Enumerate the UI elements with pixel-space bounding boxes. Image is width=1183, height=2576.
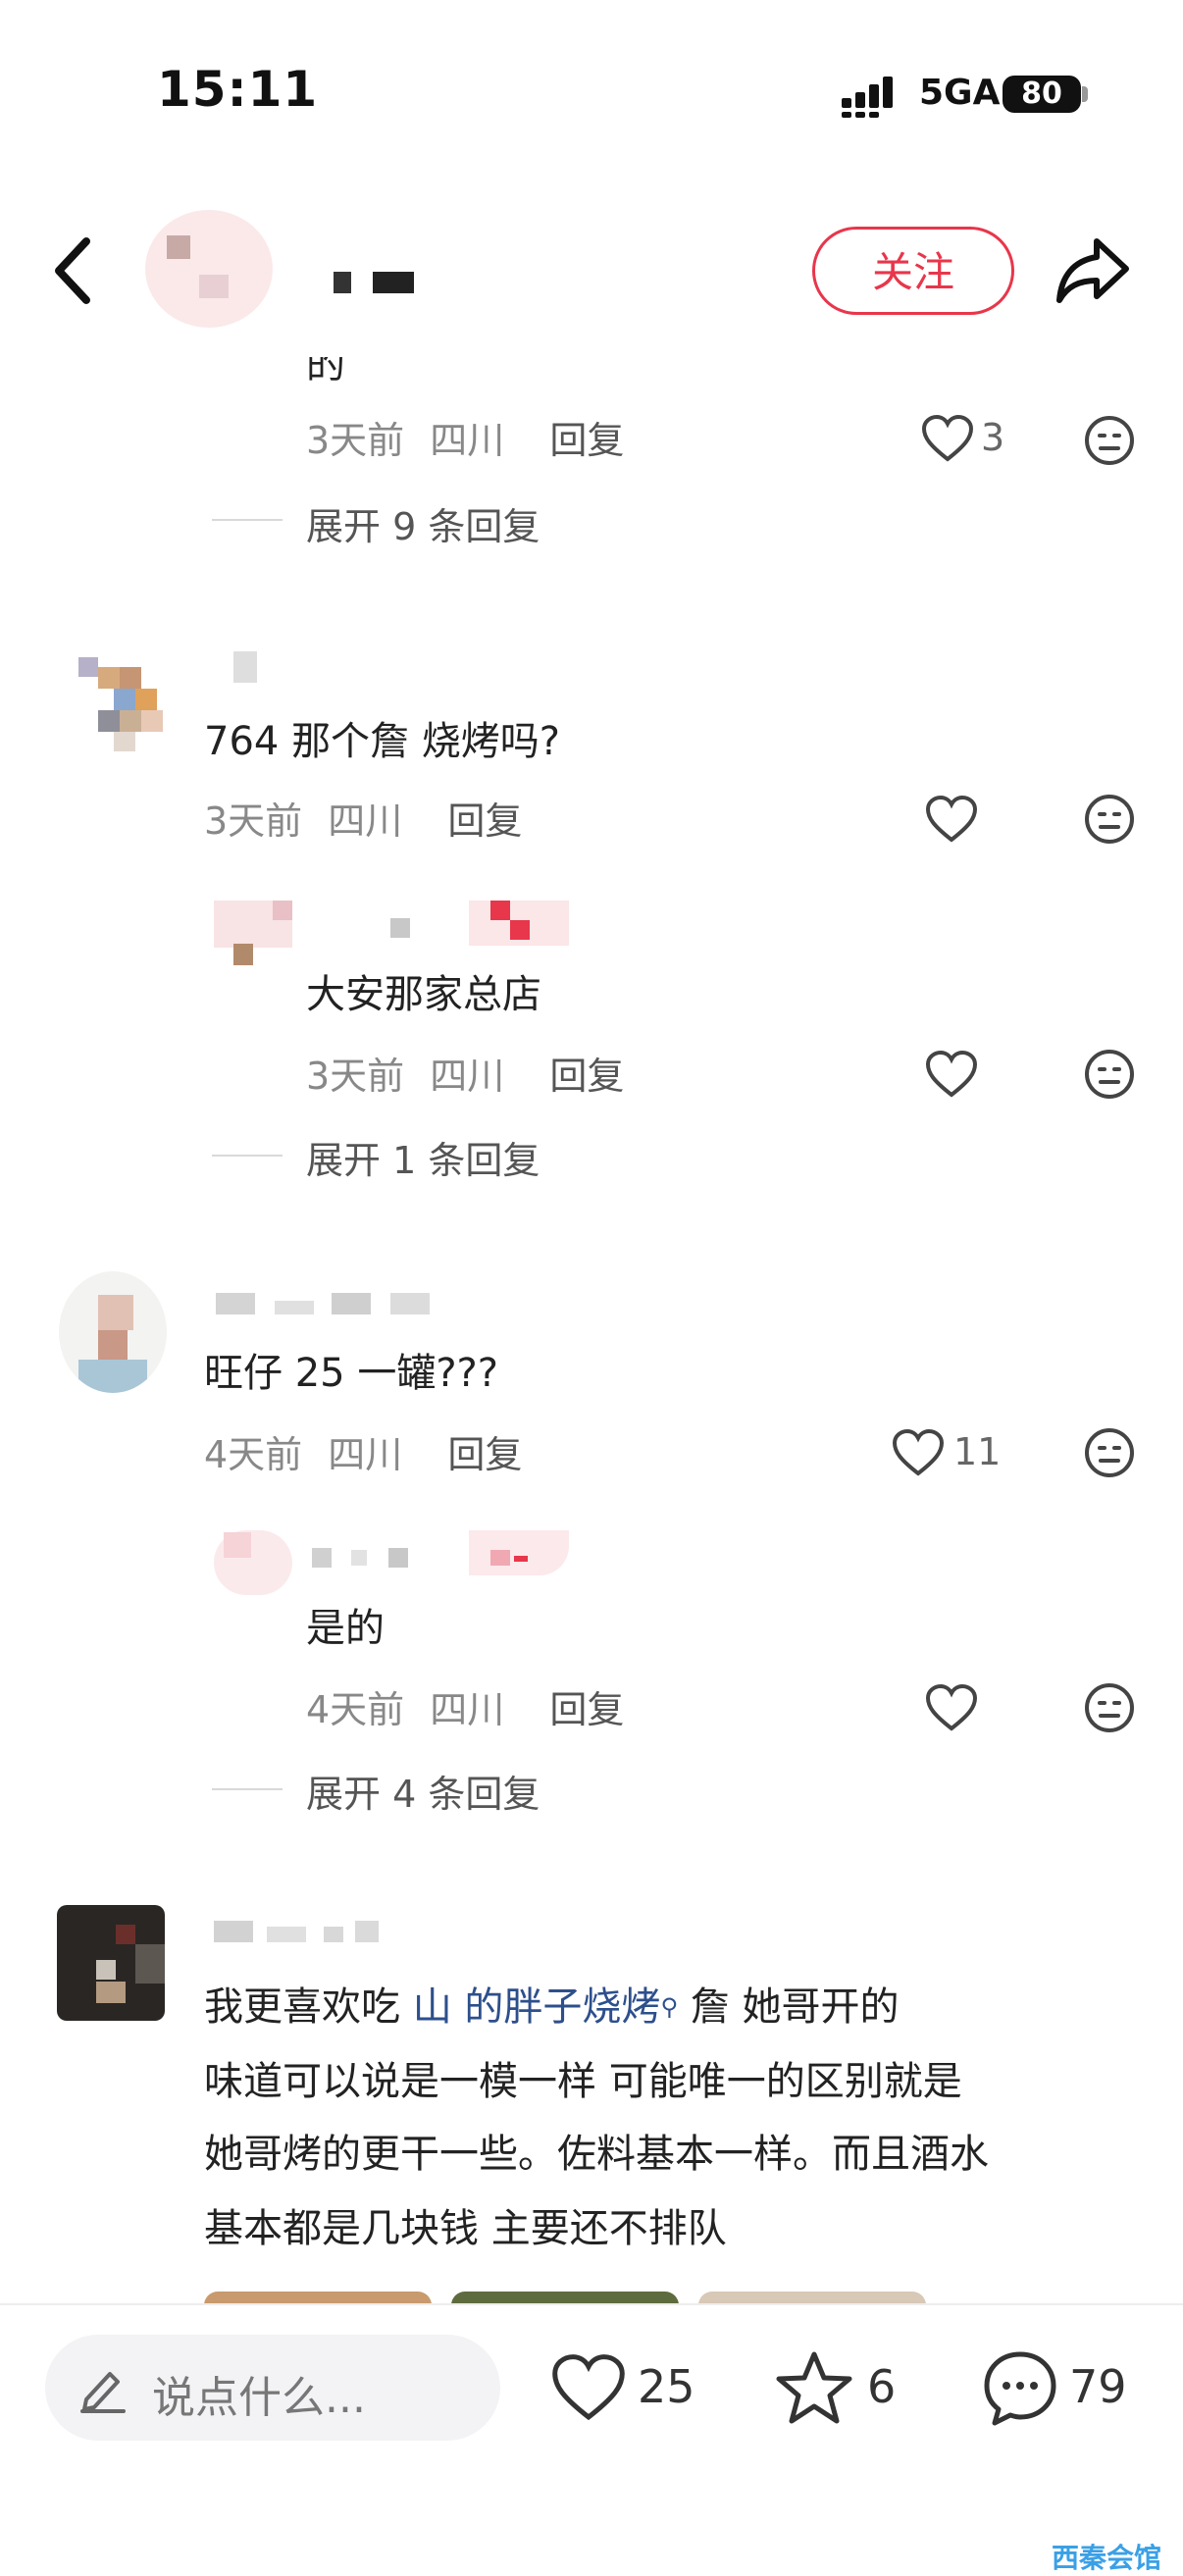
comment-bubble-icon[interactable] [981,2348,1059,2427]
comment-location: 四川 [328,1433,403,1476]
search-icon: ⚲ [660,1993,679,2021]
comment-meta: 3天前 四川 回复 [306,410,624,464]
reply-button[interactable]: 回复 [549,419,624,462]
place-link[interactable]: 山 的胖子烧烤 [413,1984,661,2030]
comment-meta: 4天前 四川 回复 [306,1679,624,1733]
status-time: 15:11 [157,61,319,118]
comment-input-placeholder: 说点什么... [152,2373,366,2423]
like-count: 3 [981,416,1005,459]
like-count: 11 [953,1430,1002,1473]
avatar[interactable] [214,901,292,965]
dislike-face-icon[interactable] [1083,1426,1136,1479]
comment-age: 4天前 [306,1688,405,1731]
comment-text-tail: 的 [306,342,345,387]
follow-button[interactable]: 关注 [812,227,1014,315]
comment-text: 764 那个詹 烧烤吗? [204,719,561,764]
comment-meta: 4天前 四川 回复 [204,1424,522,1478]
heart-icon[interactable] [891,1428,946,1477]
avatar[interactable] [59,1271,167,1393]
heart-icon[interactable] [924,1683,979,1732]
reply-button[interactable]: 回复 [447,1433,522,1476]
comment-meta: 3天前 四川 回复 [306,1046,624,1100]
comment-text-line: 她哥烤的更干一些。佐料基本一样。而且酒水 [204,2132,989,2177]
avatar[interactable] [57,1905,165,2021]
network-label: 5GA [919,73,1001,113]
expand-replies-button[interactable]: 展开 1 条回复 [306,1130,540,1184]
comment-location: 四川 [430,1055,505,1098]
reply-button[interactable]: 回复 [549,1688,624,1731]
comment-age: 3天前 [306,419,405,462]
comment-text-line: 味道可以说是一模一样 可能唯一的区别就是 [204,2059,962,2104]
username-redacted[interactable] [233,651,257,683]
comment-location: 四川 [430,419,505,462]
dislike-face-icon[interactable] [1083,1048,1136,1101]
comment-text-line: 基本都是几块钱 主要还不排队 [204,2206,727,2251]
bottom-divider [0,2303,1183,2305]
pencil-icon [80,2372,126,2413]
reply-button[interactable]: 回复 [447,799,522,843]
author-badge-redacted [469,1530,569,1575]
expand-divider [212,1788,283,1790]
battery-nub [1082,86,1088,102]
post-like-count: 25 [638,2360,695,2413]
username-redacted[interactable] [214,1921,390,1944]
avatar[interactable] [78,647,177,761]
comment-text: 我更喜欢吃 山 的胖子烧烤⚲ 詹 她哥开的 [204,1982,899,2033]
comment-meta: 3天前 四川 回复 [204,791,522,845]
heart-icon[interactable] [549,2352,628,2423]
reply-text: 是的 [306,1606,385,1651]
dislike-face-icon[interactable] [1083,414,1136,467]
username-redacted[interactable] [312,1548,410,1568]
comment-location: 四川 [328,799,403,843]
expand-replies-button[interactable]: 展开 9 条回复 [306,496,540,550]
heart-icon[interactable] [920,414,975,463]
battery-icon: 80 [1003,76,1081,113]
heart-icon[interactable] [924,1050,979,1099]
post-comment-count: 79 [1069,2360,1127,2413]
author-name-redacted[interactable] [334,272,414,295]
reply-text: 大安那家总店 [306,972,541,1017]
expand-divider [212,1155,283,1157]
dislike-face-icon[interactable] [1083,793,1136,846]
comment-age: 3天前 [204,799,303,843]
watermark: 西秦会馆 [1052,2542,1162,2574]
username-redacted[interactable] [216,1293,432,1316]
expand-divider [212,519,283,521]
author-badge-redacted [469,901,569,946]
author-avatar[interactable] [145,210,273,328]
dislike-face-icon[interactable] [1083,1681,1136,1734]
heart-icon[interactable] [924,795,979,844]
share-icon[interactable] [1054,235,1132,306]
post-star-count: 6 [867,2360,897,2413]
star-icon[interactable] [775,2348,853,2427]
avatar[interactable] [214,1530,292,1595]
signal-icon [842,77,893,118]
comment-text-rest: 詹 她哥开的 [678,1984,900,2030]
username-redacted[interactable] [390,918,410,938]
back-icon[interactable] [47,232,106,310]
comment-text: 旺仔 25 一罐??? [204,1351,499,1396]
comment-age: 3天前 [306,1055,405,1098]
comment-location: 四川 [430,1688,505,1731]
reply-button[interactable]: 回复 [549,1055,624,1098]
comment-text-prefix: 我更喜欢吃 [204,1984,413,2030]
expand-replies-button[interactable]: 展开 4 条回复 [306,1764,540,1818]
comment-age: 4天前 [204,1433,303,1476]
